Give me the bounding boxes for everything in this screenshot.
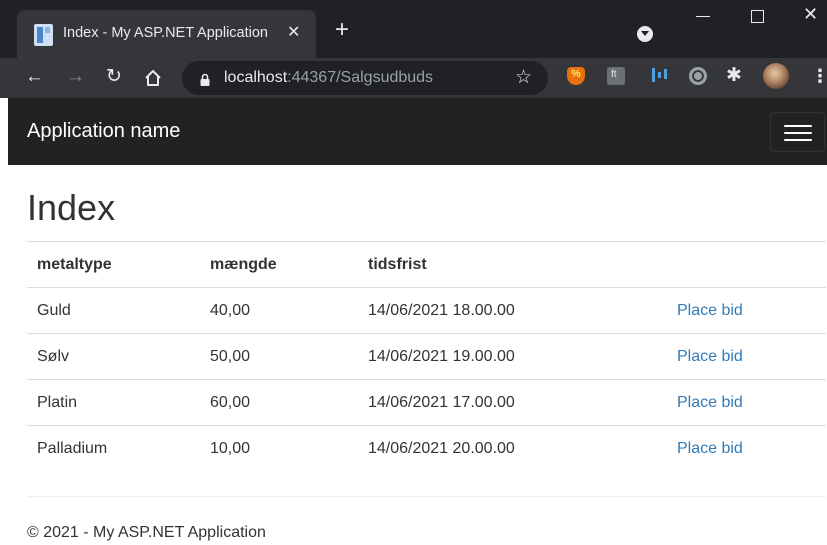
back-arrow-icon[interactable]: ← [25,66,44,88]
hamburger-bar [784,139,812,141]
reload-icon[interactable]: ↻ [106,66,122,88]
cell-action: Place bid [667,333,826,380]
cell-tidsfrist: 14/06/2021 18.00.00 [358,287,667,334]
column-header-tidsfrist: tidsfrist [358,241,667,288]
cell-action: Place bid [667,287,826,334]
cell-maengde: 60,00 [200,379,358,426]
cell-metaltype: Guld [27,287,200,334]
hamburger-bar [784,125,812,127]
browser-tab[interactable]: Index - My ASP.NET Application ✕ [17,10,316,58]
page-favicon-icon [34,24,53,46]
bids-table: metaltype mængde tidsfrist Guld 40,00 14… [27,241,826,472]
tab-title: Index - My ASP.NET Application [63,25,268,41]
discount-extension-icon[interactable] [567,67,585,85]
window-close-icon[interactable]: ✕ [803,4,818,24]
browser-tabstrip: Index - My ASP.NET Application ✕ + ✕ [0,0,827,58]
column-header-action [667,241,826,288]
cell-metaltype: Platin [27,379,200,426]
more-vertical-icon[interactable]: ⋮ [811,65,827,87]
home-icon[interactable] [143,68,163,88]
forward-arrow-icon[interactable]: → [66,66,85,88]
page-title: Index [27,187,116,228]
table-row: Platin 60,00 14/06/2021 17.00.00 Place b… [27,379,826,426]
site-navbar: Application name [8,98,827,165]
cell-tidsfrist: 14/06/2021 20.00.00 [358,425,667,472]
address-bar[interactable]: localhost:44367/Salgsudbuds ☆ [182,61,548,95]
column-header-metaltype: metaltype [27,241,200,288]
maximize-icon[interactable] [751,10,764,23]
table-header-row: metaltype mængde tidsfrist [27,241,826,288]
table-row: Guld 40,00 14/06/2021 18.00.00 Place bid [27,287,826,334]
hamburger-bar [784,132,812,134]
new-tab-button[interactable]: + [335,18,349,42]
place-bid-link[interactable]: Place bid [677,440,743,457]
lock-icon [200,73,210,86]
footer-divider [27,496,826,497]
cell-tidsfrist: 14/06/2021 19.00.00 [358,333,667,380]
puzzle-icon[interactable]: ✱ [726,64,742,87]
browser-toolbar: ← → ↻ localhost:44367/Salgsudbuds ☆ ✱ ⋮ [0,58,827,98]
table-row: Sølv 50,00 14/06/2021 19.00.00 Place bid [27,333,826,380]
place-bid-link[interactable]: Place bid [677,394,743,411]
extension-icon[interactable] [607,67,625,85]
table-row: Palladium 10,00 14/06/2021 20.00.00 Plac… [27,425,826,472]
record-extension-icon[interactable] [689,67,707,85]
bars-extension-icon[interactable] [650,67,668,85]
cell-metaltype: Sølv [27,333,200,380]
cell-action: Place bid [667,379,826,426]
cell-action: Place bid [667,425,826,472]
profile-avatar[interactable] [763,63,789,89]
url-path: :44367/Salgsudbuds [287,69,434,86]
tab-close-icon[interactable]: ✕ [287,23,300,43]
cell-maengde: 50,00 [200,333,358,380]
url-host: localhost [224,69,288,86]
cell-maengde: 10,00 [200,425,358,472]
tab-search-icon[interactable] [637,26,653,42]
cell-tidsfrist: 14/06/2021 17.00.00 [358,379,667,426]
minimize-icon[interactable] [696,16,710,17]
hamburger-menu-button[interactable] [770,112,825,152]
place-bid-link[interactable]: Place bid [677,302,743,319]
cell-maengde: 40,00 [200,287,358,334]
navbar-brand[interactable]: Application name [27,120,180,143]
url-text: localhost:44367/Salgsudbuds [224,69,433,87]
footer-copyright: © 2021 - My ASP.NET Application [27,524,266,541]
cell-metaltype: Palladium [27,425,200,472]
bookmark-star-icon[interactable]: ☆ [515,66,532,89]
place-bid-link[interactable]: Place bid [677,348,743,365]
column-header-maengde: mængde [200,241,358,288]
